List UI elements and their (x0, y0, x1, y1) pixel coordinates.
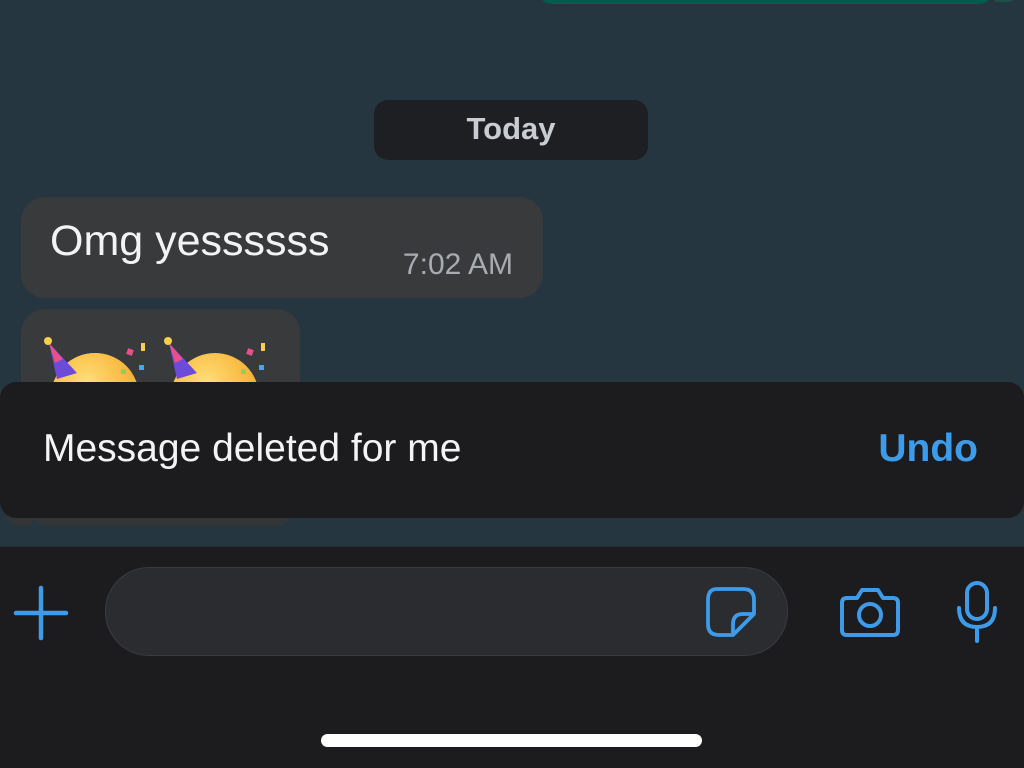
message-input[interactable] (136, 582, 700, 642)
message-input-bar (0, 546, 1024, 768)
message-bubble[interactable]: Omg yessssss 7:02 AM (21, 197, 543, 298)
outgoing-message-bubble-tail (995, 0, 1019, 2)
sticker-icon[interactable] (705, 586, 757, 638)
outgoing-message-bubble-edge[interactable] (538, 0, 993, 4)
message-text: Omg yessssss (50, 217, 330, 265)
toast-message: Message deleted for me (43, 427, 462, 470)
date-separator: Today (374, 100, 648, 160)
microphone-icon[interactable] (954, 580, 1000, 644)
home-indicator[interactable] (321, 734, 702, 747)
plus-icon[interactable] (12, 584, 70, 642)
undo-button[interactable]: Undo (878, 427, 978, 471)
camera-icon[interactable] (839, 585, 901, 639)
deleted-message-toast: Message deleted for me Undo (0, 382, 1024, 518)
message-composer[interactable] (105, 567, 788, 656)
message-timestamp: 7:02 AM (402, 248, 513, 281)
